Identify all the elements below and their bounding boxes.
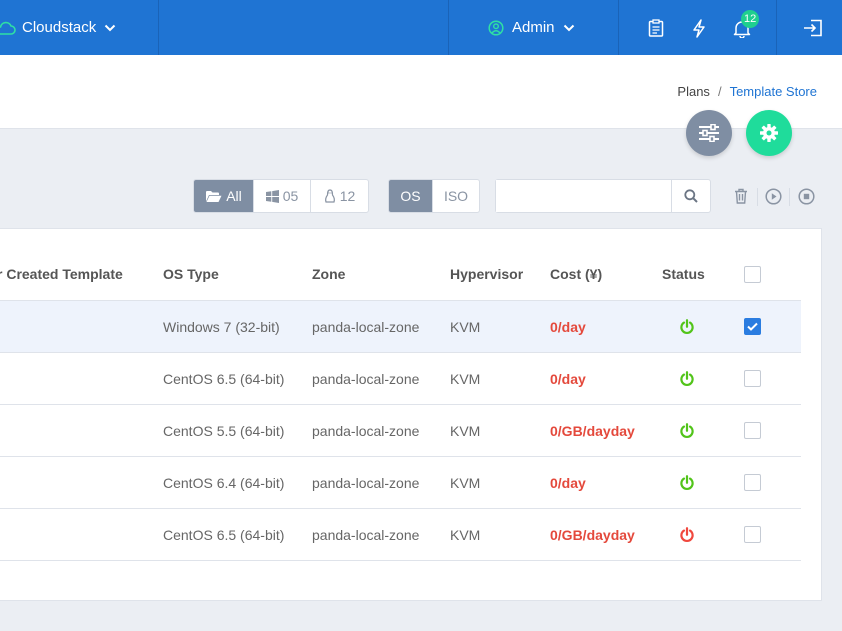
search-box xyxy=(495,179,711,213)
filter-linux-count: 12 xyxy=(339,188,356,204)
row-checkbox-cell xyxy=(744,301,761,352)
select-all-checkbox[interactable] xyxy=(744,247,761,300)
filter-all-label: All xyxy=(226,188,242,204)
divider xyxy=(618,0,619,55)
clipboard-icon[interactable] xyxy=(644,16,668,40)
cost-cell: 0/GB/dayday xyxy=(550,422,635,439)
table-row[interactable]: CentOS 5.5 (64-bit) panda-local-zone KVM… xyxy=(0,405,801,457)
cloud-icon xyxy=(0,21,16,35)
column-header-os-type: OS Type xyxy=(163,266,219,282)
zone-cell: panda-local-zone xyxy=(312,370,420,387)
zone-cell: panda-local-zone xyxy=(312,318,420,335)
windows-icon xyxy=(265,189,279,203)
row-checkbox[interactable] xyxy=(744,474,761,491)
filter-all-button[interactable]: All xyxy=(194,180,254,212)
row-checkbox[interactable] xyxy=(744,318,761,335)
template-type-group: OS ISO xyxy=(388,179,480,213)
divider xyxy=(776,0,777,55)
zone-cell: panda-local-zone xyxy=(312,422,420,439)
top-bar: Cloudstack Admin 12 xyxy=(0,0,842,55)
table-row[interactable]: CentOS 6.5 (64-bit) panda-local-zone KVM… xyxy=(0,509,801,561)
folder-open-icon xyxy=(205,190,222,203)
zone-cell: panda-local-zone xyxy=(312,526,420,543)
os-type-cell: CentOS 6.4 (64-bit) xyxy=(163,474,285,491)
checkbox[interactable] xyxy=(744,265,761,283)
row-checkbox-cell xyxy=(744,457,761,508)
filter-linux-button[interactable]: 12 xyxy=(311,180,368,212)
breadcrumb-separator: / xyxy=(717,84,722,99)
cost-cell: 0/day xyxy=(550,474,586,491)
type-iso-button[interactable]: ISO xyxy=(433,180,479,212)
brand-switcher[interactable]: Cloudstack xyxy=(0,0,116,55)
brand-name: Cloudstack xyxy=(22,19,97,36)
os-type-cell: CentOS 5.5 (64-bit) xyxy=(163,422,285,439)
search-input[interactable] xyxy=(496,180,671,212)
filter-windows-button[interactable]: 05 xyxy=(254,180,311,212)
divider xyxy=(789,188,790,206)
column-header-cost: Cost (¥) xyxy=(550,266,603,282)
hypervisor-cell: KVM xyxy=(450,370,481,387)
power-on-icon[interactable] xyxy=(679,423,695,439)
user-icon xyxy=(488,19,504,36)
user-menu[interactable]: Admin xyxy=(488,0,575,55)
breadcrumb-current[interactable]: Template Store xyxy=(730,84,817,99)
linux-icon xyxy=(324,188,336,204)
row-checkbox[interactable] xyxy=(744,370,761,387)
divider xyxy=(757,188,758,206)
hypervisor-cell: KVM xyxy=(450,318,481,335)
zone-cell: panda-local-zone xyxy=(312,474,420,491)
column-header-status: Status xyxy=(662,266,705,282)
cost-cell: 0/GB/dayday xyxy=(550,526,635,543)
search-icon xyxy=(684,189,698,203)
table-header-row: r Created Template OS Type Zone Hypervis… xyxy=(0,247,801,301)
gear-icon xyxy=(759,123,779,143)
os-type-cell: CentOS 6.5 (64-bit) xyxy=(163,370,285,387)
table-row[interactable]: CentOS 6.5 (64-bit) panda-local-zone KVM… xyxy=(0,353,801,405)
chevron-down-icon xyxy=(563,24,575,32)
divider xyxy=(158,0,159,55)
user-name: Admin xyxy=(512,19,555,36)
sliders-icon xyxy=(698,124,720,142)
divider xyxy=(448,0,449,55)
row-checkbox-cell xyxy=(744,405,761,456)
cost-cell: 0/day xyxy=(550,318,586,335)
column-header-zone: Zone xyxy=(312,266,346,282)
column-header-hypervisor: Hypervisor xyxy=(450,266,524,282)
filter-windows-count: 05 xyxy=(282,188,299,204)
settings-button[interactable] xyxy=(746,110,792,156)
play-icon[interactable] xyxy=(763,186,783,206)
column-header-template: r Created Template xyxy=(0,266,123,282)
type-os-button[interactable]: OS xyxy=(389,180,433,212)
hypervisor-cell: KVM xyxy=(450,422,481,439)
row-checkbox[interactable] xyxy=(744,422,761,439)
row-checkbox[interactable] xyxy=(744,526,761,543)
power-on-icon[interactable] xyxy=(679,319,695,335)
platform-filter-group: All 05 12 xyxy=(193,179,369,213)
breadcrumb: Plans / Template Store xyxy=(677,84,817,99)
hypervisor-cell: KVM xyxy=(450,526,481,543)
breadcrumb-plans-link[interactable]: Plans xyxy=(677,84,710,99)
hypervisor-cell: KVM xyxy=(450,474,481,491)
row-checkbox-cell xyxy=(744,353,761,404)
chevron-down-icon xyxy=(104,24,116,32)
power-off-icon[interactable] xyxy=(679,527,695,543)
row-checkbox-cell xyxy=(744,509,761,560)
os-type-cell: Windows 7 (32-bit) xyxy=(163,318,280,335)
power-on-icon[interactable] xyxy=(679,475,695,491)
logout-icon[interactable] xyxy=(801,16,825,40)
filter-settings-button[interactable] xyxy=(686,110,732,156)
trash-icon[interactable] xyxy=(731,186,751,206)
table-row[interactable]: CentOS 6.4 (64-bit) panda-local-zone KVM… xyxy=(0,457,801,509)
lightning-icon[interactable] xyxy=(687,16,711,40)
templates-table: r Created Template OS Type Zone Hypervis… xyxy=(0,228,822,601)
power-on-icon[interactable] xyxy=(679,371,695,387)
cost-cell: 0/day xyxy=(550,370,586,387)
search-button[interactable] xyxy=(671,180,710,212)
table-row[interactable]: Windows 7 (32-bit) panda-local-zone KVM … xyxy=(0,301,801,353)
stop-icon[interactable] xyxy=(796,186,816,206)
os-type-cell: CentOS 6.5 (64-bit) xyxy=(163,526,285,543)
notification-badge: 12 xyxy=(741,10,760,28)
